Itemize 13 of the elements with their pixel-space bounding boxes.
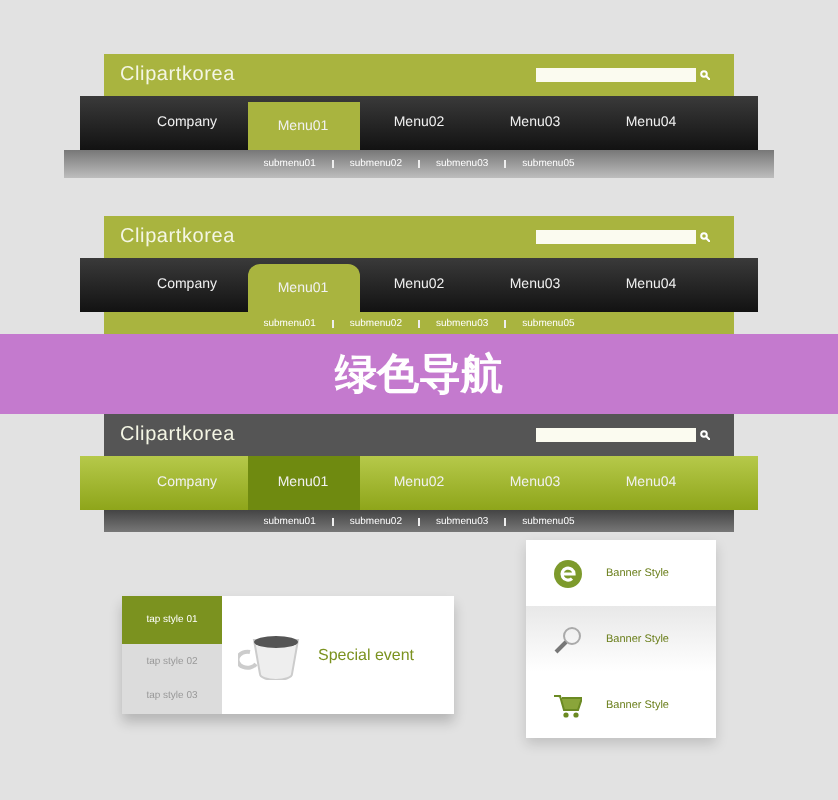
cup-icon: [238, 631, 302, 679]
event-title: Special event: [318, 646, 415, 664]
search-icon[interactable]: [700, 430, 710, 440]
cart-icon: [554, 693, 582, 717]
e-logo-icon: [554, 559, 582, 587]
banner-title: 绿色导航: [335, 348, 503, 402]
search-field[interactable]: [536, 428, 696, 442]
search-field[interactable]: [536, 68, 696, 82]
site-logo: Clipartkorea: [120, 424, 236, 446]
search-field[interactable]: [536, 230, 696, 244]
site-logo: Clipartkorea: [120, 226, 236, 248]
magnifier-icon: [554, 625, 582, 653]
site-logo: Clipartkorea: [120, 64, 236, 86]
